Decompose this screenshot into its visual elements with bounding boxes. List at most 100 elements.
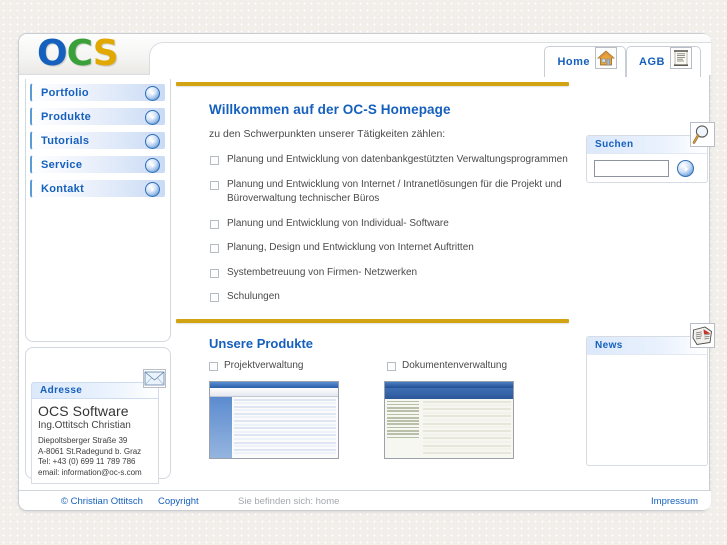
list-item: Systembetreuung von Firmen- Netzwerken — [209, 266, 576, 281]
thumb-tree-line — [387, 400, 419, 403]
thumb-tree-line — [387, 407, 419, 409]
address-line-phone: Tel: +43 (0) 699 11 789 786 — [38, 457, 136, 466]
main-content: Willkommen auf der OC-S Homepage zu den … — [176, 82, 576, 459]
footer-copyright-owner[interactable]: © Christian Ottitsch — [61, 496, 143, 507]
news-panel: News — [586, 323, 715, 466]
thumb-row — [423, 422, 511, 425]
thumb-row — [234, 452, 336, 455]
list-item: Planung und Entwicklung von datenbankges… — [209, 153, 576, 168]
site-logo[interactable]: OCS — [37, 33, 119, 74]
sidebar-item-tutorials[interactable]: Tutorials — [30, 131, 166, 150]
thumb-toolbar — [385, 387, 513, 399]
footer-impressum-link[interactable]: Impressum — [651, 496, 698, 507]
list-item: Schulungen — [209, 290, 576, 305]
top-nav-tabs: Home AGB — [544, 46, 701, 77]
welcome-section: Willkommen auf der OC-S Homepage zu den … — [176, 102, 576, 305]
thumb-row — [234, 409, 336, 412]
thumb-tree — [385, 398, 421, 458]
chevron-down-icon[interactable] — [145, 110, 160, 125]
products-section: Unsere Produkte Projektverwaltung Dokume… — [176, 336, 576, 459]
address-panel-header: Adresse — [31, 369, 166, 399]
thumb-body — [385, 398, 513, 458]
news-panel-title: News — [595, 340, 623, 351]
product-screenshot-projektverwaltung[interactable] — [209, 380, 339, 459]
address-body: OCS Software Ing.Ottitsch Christian Diep… — [31, 399, 159, 484]
thumb-row — [423, 441, 511, 444]
thumb-row — [234, 402, 336, 405]
search-panel: Suchen — [586, 122, 715, 183]
thumb-row — [423, 411, 511, 414]
thumb-tree-line — [387, 436, 419, 439]
thumb-row — [423, 452, 511, 455]
thumb-body — [210, 396, 338, 458]
thumb-row — [423, 448, 511, 451]
thumb-row — [234, 398, 336, 401]
sidebar-item-kontakt-label: Kontakt — [41, 182, 85, 195]
footer-copyright-link[interactable]: Copyright — [158, 496, 199, 507]
thumb-tree-line — [387, 430, 419, 432]
logo-letter-c: C — [66, 33, 94, 74]
search-panel-header: Suchen — [587, 136, 707, 154]
chevron-down-icon[interactable] — [145, 134, 160, 149]
chevron-right-icon[interactable] — [145, 182, 160, 197]
thumb-row — [234, 448, 336, 451]
product-label-projektverwaltung[interactable]: Projektverwaltung — [209, 360, 387, 371]
thumb-row — [234, 427, 336, 430]
thumb-tree-line — [387, 433, 419, 435]
thumb-row — [234, 441, 336, 444]
section-divider-top — [176, 82, 569, 86]
chevron-down-icon[interactable] — [145, 86, 160, 101]
products-title: Unsere Produkte — [209, 335, 314, 351]
address-panel-title: Adresse — [40, 385, 83, 396]
thumb-tree-line — [387, 413, 419, 416]
thumb-row — [234, 430, 336, 433]
thumb-grid — [232, 396, 338, 458]
address-line-email[interactable]: email: information@oc-s.com — [38, 468, 152, 479]
sidebar-item-produkte[interactable]: Produkte — [30, 107, 166, 126]
address-panel: Adresse OCS Software Ing.Ottitsch Christ… — [25, 347, 171, 484]
newspaper-icon — [690, 323, 715, 348]
sidebar-item-kontakt[interactable]: Kontakt — [30, 179, 166, 198]
sidebar-item-produkte-label: Produkte — [41, 110, 92, 123]
page-container: OCS Home AGB Portfolio Produkte Tutorial… — [18, 33, 715, 511]
site-header: OCS Home AGB — [19, 33, 711, 77]
tab-home-label: Home — [557, 56, 591, 68]
contact-person: Ing.Ottitsch Christian — [38, 420, 131, 431]
envelope-icon — [143, 369, 166, 388]
thumb-tree-line — [387, 426, 419, 429]
thumb-row — [423, 444, 511, 447]
left-sidebar: Portfolio Produkte Tutorials Service Kon… — [25, 79, 171, 484]
right-column: Suchen News — [586, 122, 715, 466]
sidebar-item-portfolio[interactable]: Portfolio — [30, 83, 166, 102]
thumb-row — [234, 412, 336, 415]
sidebar-item-portfolio-label: Portfolio — [41, 86, 89, 99]
search-panel-title: Suchen — [595, 139, 634, 150]
company-name: OCS Software — [38, 403, 129, 419]
chevron-down-icon[interactable] — [145, 158, 160, 173]
sidebar-item-service[interactable]: Service — [30, 155, 166, 174]
tab-agb-label: AGB — [639, 56, 665, 68]
search-input[interactable] — [594, 160, 669, 177]
tab-agb[interactable]: AGB — [626, 46, 701, 77]
address-card: Adresse OCS Software Ing.Ottitsch Christ… — [31, 369, 166, 484]
thumb-row — [234, 438, 336, 441]
news-panel-header: News — [587, 337, 707, 355]
thumb-table — [421, 399, 513, 458]
thumb-row — [423, 418, 511, 421]
thumb-tree-line — [387, 423, 419, 426]
thumb-row — [423, 426, 511, 429]
thumb-row — [234, 423, 336, 426]
services-list: Planung und Entwicklung von datenbankges… — [209, 153, 576, 305]
product-screenshot-dokumentenverwaltung[interactable] — [384, 380, 514, 459]
magnifier-icon — [690, 122, 715, 147]
sidebar-item-service-label: Service — [41, 158, 83, 171]
thumb-row — [423, 433, 511, 436]
thumb-row — [234, 405, 336, 408]
address-line-street: Diepoltsberger Straße 39 — [38, 436, 128, 445]
list-item: Planung und Entwicklung von Internet / I… — [209, 178, 576, 207]
product-label-dokumentenverwaltung[interactable]: Dokumentenverwaltung — [387, 360, 565, 371]
arrow-right-circle-icon[interactable] — [677, 160, 694, 177]
site-footer: © Christian Ottitsch Copyright Sie befin… — [19, 490, 711, 510]
house-icon — [595, 47, 618, 69]
tab-home[interactable]: Home — [544, 46, 627, 77]
